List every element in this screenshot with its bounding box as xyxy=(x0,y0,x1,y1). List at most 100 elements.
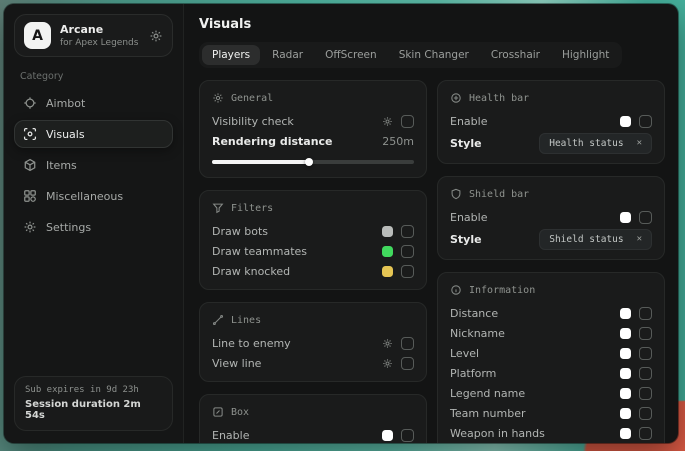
color-swatch[interactable] xyxy=(620,368,631,379)
setting-row-draw-knocked: Draw knocked xyxy=(212,261,414,281)
card-title: Box xyxy=(231,407,249,418)
color-swatch[interactable] xyxy=(620,388,631,399)
platform-checkbox[interactable] xyxy=(639,367,652,380)
legend-name-checkbox[interactable] xyxy=(639,387,652,400)
line-to-enemy-checkbox[interactable] xyxy=(401,337,414,350)
tab-bar: Players Radar OffScreen Skin Changer Cro… xyxy=(199,42,622,68)
visibility-check-checkbox[interactable] xyxy=(401,115,414,128)
sub-expiry-text: Sub expires in 9d 23h xyxy=(25,385,162,395)
setting-row-distance: Distance xyxy=(450,303,652,323)
shield-style-select[interactable]: Shield status ✕ xyxy=(539,229,652,250)
box-outline-icon xyxy=(212,406,224,418)
view-line-checkbox[interactable] xyxy=(401,357,414,370)
color-swatch[interactable] xyxy=(620,308,631,319)
sidebar-item-settings[interactable]: Settings xyxy=(14,213,173,241)
scan-eye-icon xyxy=(23,127,37,141)
chip-label: Shield status xyxy=(549,234,623,245)
card-title: Filters xyxy=(231,203,273,214)
app-logo-card: A Arcane for Apex Legends xyxy=(14,14,173,57)
draw-bots-checkbox[interactable] xyxy=(401,225,414,238)
setting-row-shield-enable: Enable xyxy=(450,207,652,227)
level-checkbox[interactable] xyxy=(639,347,652,360)
color-swatch[interactable] xyxy=(382,430,393,441)
gear-icon[interactable] xyxy=(382,358,393,369)
color-swatch[interactable] xyxy=(620,212,631,223)
funnel-icon xyxy=(212,202,224,214)
crosshair-icon xyxy=(23,96,37,110)
card-filters: Filters Draw bots Draw teammates xyxy=(199,190,427,290)
sidebar-item-miscellaneous[interactable]: Miscellaneous xyxy=(14,182,173,210)
card-title: Health bar xyxy=(469,93,529,104)
setting-row-nickname: Nickname xyxy=(450,323,652,343)
app-subtitle: for Apex Legends xyxy=(60,38,138,48)
slider-thumb[interactable] xyxy=(305,158,313,166)
info-icon xyxy=(450,284,462,296)
session-duration-text: Session duration 2m 54s xyxy=(25,399,162,421)
setting-row-level: Level xyxy=(450,343,652,363)
tab-skin-changer[interactable]: Skin Changer xyxy=(389,45,479,65)
setting-row-draw-bots: Draw bots xyxy=(212,221,414,241)
diagonal-line-icon xyxy=(212,314,224,326)
setting-row-view-line: View line xyxy=(212,353,414,373)
tab-players[interactable]: Players xyxy=(202,45,260,65)
color-swatch[interactable] xyxy=(620,428,631,439)
shield-icon xyxy=(450,188,462,200)
sidebar-item-label: Settings xyxy=(46,221,91,234)
color-swatch[interactable] xyxy=(620,116,631,127)
sidebar-item-aimbot[interactable]: Aimbot xyxy=(14,89,173,117)
health-style-select[interactable]: Health status ✕ xyxy=(539,133,652,154)
box-enable-checkbox[interactable] xyxy=(401,429,414,442)
setting-row-draw-teammates: Draw teammates xyxy=(212,241,414,261)
color-swatch[interactable] xyxy=(620,408,631,419)
card-title: Lines xyxy=(231,315,261,326)
weapon-in-hands-checkbox[interactable] xyxy=(639,427,652,440)
close-icon[interactable]: ✕ xyxy=(637,234,642,244)
grid-icon xyxy=(23,189,37,203)
health-cross-icon xyxy=(450,92,462,104)
card-general: General Visibility check xyxy=(199,80,427,178)
setting-row-shield-style: Style Shield status ✕ xyxy=(450,227,652,251)
team-number-checkbox[interactable] xyxy=(639,407,652,420)
setting-row-health-style: Style Health status ✕ xyxy=(450,131,652,155)
card-information: Information Distance Nickname xyxy=(437,272,665,443)
draw-teammates-checkbox[interactable] xyxy=(401,245,414,258)
health-enable-checkbox[interactable] xyxy=(639,115,652,128)
setting-row-legend-name: Legend name xyxy=(450,383,652,403)
sidebar-item-items[interactable]: Items xyxy=(14,151,173,179)
setting-row-weapon-in-hands: Weapon in hands xyxy=(450,423,652,443)
sidebar-item-label: Miscellaneous xyxy=(46,190,123,203)
color-swatch[interactable] xyxy=(620,348,631,359)
tab-highlight[interactable]: Highlight xyxy=(552,45,619,65)
card-title: Shield bar xyxy=(469,189,529,200)
color-swatch[interactable] xyxy=(620,328,631,339)
main-content: Visuals Players Radar OffScreen Skin Cha… xyxy=(184,4,678,443)
gear-icon[interactable] xyxy=(382,338,393,349)
close-icon[interactable]: ✕ xyxy=(637,138,642,148)
rendering-distance-value: 250m xyxy=(382,135,414,148)
sun-gear-icon xyxy=(212,92,224,104)
gear-icon[interactable] xyxy=(382,116,393,127)
sidebar-item-label: Aimbot xyxy=(46,97,85,110)
card-title: Information xyxy=(469,285,535,296)
color-swatch[interactable] xyxy=(382,266,393,277)
tab-crosshair[interactable]: Crosshair xyxy=(481,45,550,65)
draw-knocked-checkbox[interactable] xyxy=(401,265,414,278)
color-swatch[interactable] xyxy=(382,226,393,237)
nickname-checkbox[interactable] xyxy=(639,327,652,340)
app-window: A Arcane for Apex Legends Category Aimbo… xyxy=(4,4,678,443)
sidebar-item-visuals[interactable]: Visuals xyxy=(14,120,173,148)
setting-row-box-enable: Enable xyxy=(212,425,414,443)
rendering-distance-slider[interactable] xyxy=(212,160,414,164)
chip-label: Health status xyxy=(549,138,623,149)
page-title: Visuals xyxy=(199,17,665,32)
setting-row-team-number: Team number xyxy=(450,403,652,423)
card-shield-bar: Shield bar Enable Style Shield status xyxy=(437,176,665,260)
subscription-card: Sub expires in 9d 23h Session duration 2… xyxy=(14,376,173,431)
distance-checkbox[interactable] xyxy=(639,307,652,320)
shield-enable-checkbox[interactable] xyxy=(639,211,652,224)
tab-radar[interactable]: Radar xyxy=(262,45,313,65)
tab-offscreen[interactable]: OffScreen xyxy=(315,45,387,65)
setting-row-platform: Platform xyxy=(450,363,652,383)
settings-gear-icon[interactable] xyxy=(149,29,163,43)
color-swatch[interactable] xyxy=(382,246,393,257)
